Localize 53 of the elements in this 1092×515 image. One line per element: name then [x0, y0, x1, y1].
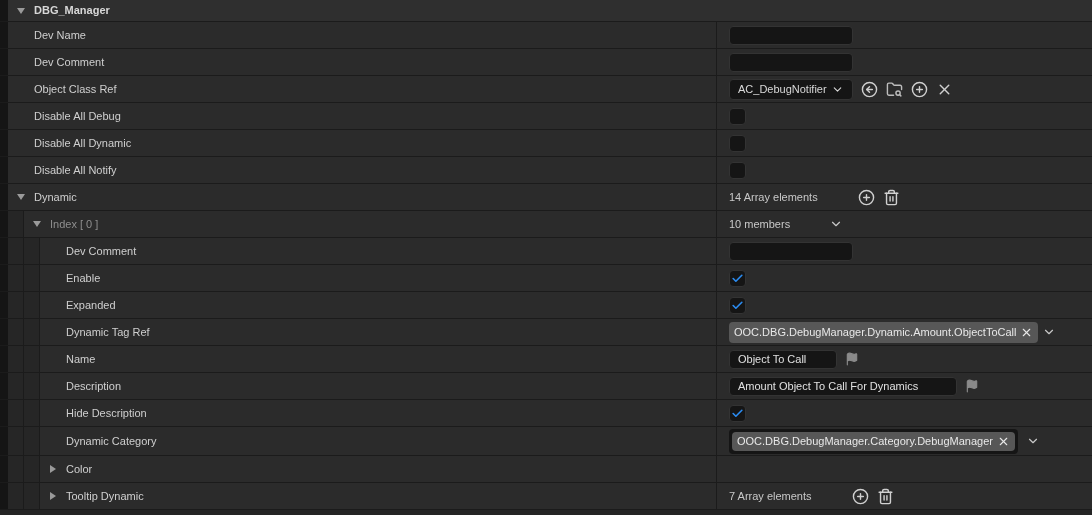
checkbox[interactable] — [729, 269, 746, 287]
check-icon — [731, 271, 744, 285]
browse-icon[interactable] — [885, 80, 903, 98]
class-dropdown[interactable]: AC_DebugNotifier — [729, 78, 853, 100]
property-label: Disable All Dynamic — [34, 135, 132, 151]
property-label: Dynamic Category — [66, 433, 157, 449]
add-icon[interactable] — [910, 80, 928, 98]
property-label: Enable — [66, 270, 101, 286]
localization-flag-icon[interactable] — [965, 379, 979, 393]
array-count: 7 Array elements — [729, 488, 812, 504]
text-field[interactable] — [729, 25, 853, 45]
add-element-icon[interactable] — [851, 487, 869, 505]
localization-flag-icon[interactable] — [845, 352, 859, 366]
checkbox[interactable] — [729, 404, 746, 422]
property-label: Dev Comment — [66, 243, 137, 259]
text-field[interactable]: Object To Call — [729, 349, 837, 369]
use-selected-icon[interactable] — [860, 80, 878, 98]
expanded-arrow-icon[interactable] — [32, 219, 42, 229]
tag-chip[interactable]: OOC.DBG.DebugManager.Dynamic.Amount.ObjectToCall — [729, 321, 1039, 343]
member-count: 10 members — [729, 216, 792, 232]
property-label: Dev Comment — [34, 54, 105, 70]
checkbox[interactable] — [729, 296, 746, 314]
text-field[interactable] — [729, 241, 853, 261]
property-label: Disable All Notify — [34, 162, 117, 178]
add-element-icon[interactable] — [857, 188, 875, 206]
property-label: Index [ 0 ] — [50, 216, 99, 232]
property-label: Dynamic Tag Ref — [66, 324, 150, 340]
property-label: Expanded — [66, 297, 116, 313]
check-icon — [731, 298, 744, 312]
property-label: Name — [66, 351, 96, 367]
text-field[interactable]: Amount Object To Call For Dynamics — [729, 376, 957, 396]
checkbox[interactable] — [729, 161, 746, 179]
array-count: 14 Array elements — [729, 189, 818, 205]
delete-all-icon[interactable] — [876, 487, 894, 505]
text-field[interactable] — [729, 52, 853, 72]
collapsed-arrow-icon[interactable] — [48, 464, 58, 474]
collapsed-arrow-icon[interactable] — [48, 491, 58, 501]
expanded-arrow-icon[interactable] — [16, 192, 26, 202]
property-label: Object Class Ref — [34, 81, 117, 97]
property-label: Hide Description — [66, 405, 147, 421]
property-label: Tooltip Dynamic — [66, 488, 144, 504]
checkbox[interactable] — [729, 107, 746, 125]
delete-all-icon[interactable] — [882, 188, 900, 206]
property-label: Dynamic — [34, 189, 77, 205]
property-label: Dev Name — [34, 27, 86, 43]
tag-chip[interactable]: OOC.DBG.DebugManager.Category.DebugManager — [732, 431, 1015, 451]
checkbox[interactable] — [729, 134, 746, 152]
property-label: Color — [66, 461, 93, 477]
property-label: Description — [66, 378, 122, 394]
expanded-arrow-icon[interactable] — [16, 5, 26, 16]
property-label: Disable All Debug — [34, 108, 121, 124]
category-title: DBG_Manager — [34, 3, 110, 19]
check-icon — [731, 406, 744, 420]
